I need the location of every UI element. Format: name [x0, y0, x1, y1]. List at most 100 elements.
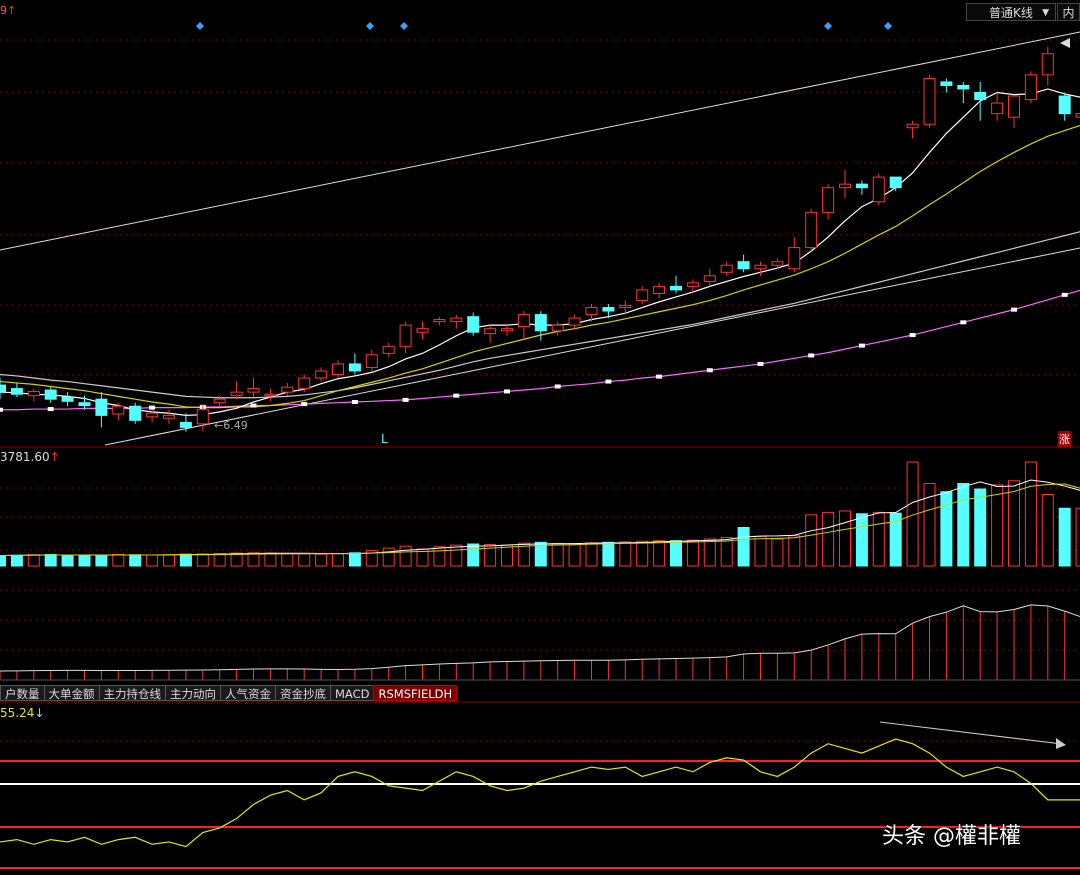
volume-bar	[568, 543, 581, 567]
low-price-text: 6.49	[223, 419, 248, 432]
candle-body	[923, 77, 936, 125]
candle-body	[991, 102, 1004, 115]
candle-body	[822, 187, 835, 213]
volume-bar	[737, 526, 750, 567]
lower-trendline	[104, 247, 1080, 446]
arrow-up-icon: ↑	[7, 4, 17, 17]
tab-popular-fund[interactable]: 人气资金	[220, 685, 276, 701]
volume-bar	[653, 540, 666, 567]
tab-large-order[interactable]: 大单金额	[43, 685, 100, 701]
tab-rsmsfieldh[interactable]: RSMSFIELDH	[373, 685, 458, 701]
volume-bar	[602, 541, 615, 567]
volume-bar	[1041, 493, 1054, 567]
ma60-marker	[504, 389, 510, 394]
kline-type-select[interactable]: 普通K线 ▼	[966, 3, 1056, 21]
candle-body	[906, 123, 919, 129]
ma60-marker	[757, 361, 764, 366]
volume-bar	[501, 544, 513, 567]
volume-bar	[44, 553, 57, 567]
candle-body	[264, 393, 277, 397]
chart-canvas[interactable]	[0, 0, 1080, 875]
volume-bar	[974, 488, 987, 567]
tab-main-trend[interactable]: 主力动向	[165, 685, 221, 701]
arrow-right-icon	[1056, 738, 1066, 749]
volume-bar	[399, 545, 412, 567]
volume-value-label: 3781.60↑	[0, 450, 60, 464]
volume-bar	[957, 482, 970, 567]
candle-body	[1075, 113, 1080, 118]
volume-bar	[112, 553, 125, 567]
ma60-marker	[402, 397, 409, 402]
candle-body	[805, 211, 818, 249]
ma60-marker	[706, 368, 713, 373]
candle-body	[788, 247, 801, 270]
candle-body	[619, 304, 632, 309]
tab-main-holding[interactable]: 主力持仓线	[98, 685, 166, 701]
volume-bar	[213, 553, 226, 567]
candle-body	[771, 261, 784, 266]
low-price-marker: ←6.49	[214, 419, 248, 432]
volume-bar	[179, 553, 192, 567]
volume-bar	[264, 552, 277, 567]
rise-badge: 涨	[1058, 431, 1071, 447]
candle-body	[230, 391, 243, 397]
candle-body	[78, 402, 91, 407]
volume-bar	[298, 553, 311, 567]
volume-bar	[720, 536, 733, 567]
candle-body	[957, 84, 970, 90]
candle-body	[61, 396, 74, 402]
ma60-marker	[605, 379, 612, 384]
candle-body	[855, 183, 868, 189]
arrow-left-icon: ←	[214, 419, 224, 432]
volume-bar	[788, 535, 801, 567]
candle-body	[974, 92, 987, 101]
volume-bar	[822, 511, 835, 567]
candle-body	[737, 261, 750, 270]
candle-body	[889, 176, 902, 189]
tab-macd[interactable]: MACD	[330, 685, 375, 701]
volume-bar	[1008, 480, 1020, 567]
volume-bar	[703, 538, 716, 567]
volume-bar	[686, 539, 699, 567]
tab-holders[interactable]: 户数量	[0, 685, 45, 701]
signal-diamond-icon	[400, 22, 408, 30]
indicator-tab-bar: 户数量 大单金额 主力持仓线 主力动向 人气资金 资金抄底 MACD RSMSF…	[0, 685, 458, 701]
candle-body	[348, 363, 361, 372]
fq-button[interactable]: 内	[1057, 3, 1080, 21]
tab-fund-bottom[interactable]: 资金抄底	[275, 685, 331, 701]
volume-bar	[433, 546, 446, 567]
ma60-marker	[808, 353, 815, 358]
ma60-marker	[858, 343, 865, 348]
candle-body	[484, 328, 497, 335]
volume-bar	[450, 544, 463, 567]
volume-bar	[855, 513, 868, 567]
ma5-line	[0, 88, 1080, 416]
ma60-marker	[960, 320, 967, 325]
volume-bar	[281, 553, 294, 567]
candle-body	[754, 264, 767, 270]
candle-body	[670, 285, 682, 291]
candle-body	[467, 316, 480, 333]
volume-bar	[95, 554, 108, 567]
candle-body	[27, 390, 40, 397]
volume-bar	[619, 541, 632, 567]
signal-diamond-icon	[366, 22, 374, 30]
candle-body	[450, 317, 463, 323]
candle-body	[112, 405, 125, 415]
ma60-marker	[0, 407, 3, 412]
volume-bar	[78, 555, 91, 567]
kline-type-label: 普通K线	[989, 6, 1033, 20]
volume-value-text: 3781.60	[0, 450, 50, 464]
volume-bar	[163, 554, 175, 567]
volume-bar	[61, 554, 74, 567]
candle-body	[44, 389, 57, 400]
candle-body	[315, 370, 328, 379]
volume-bar	[467, 543, 480, 567]
volume-bar	[1075, 507, 1080, 567]
volume-bar	[230, 552, 243, 567]
ma10-line	[0, 124, 1080, 409]
ma60-marker	[149, 405, 156, 410]
candle-body	[517, 314, 530, 328]
volume-bar	[1024, 461, 1037, 567]
top-left-fragment-text: 9	[0, 4, 7, 17]
